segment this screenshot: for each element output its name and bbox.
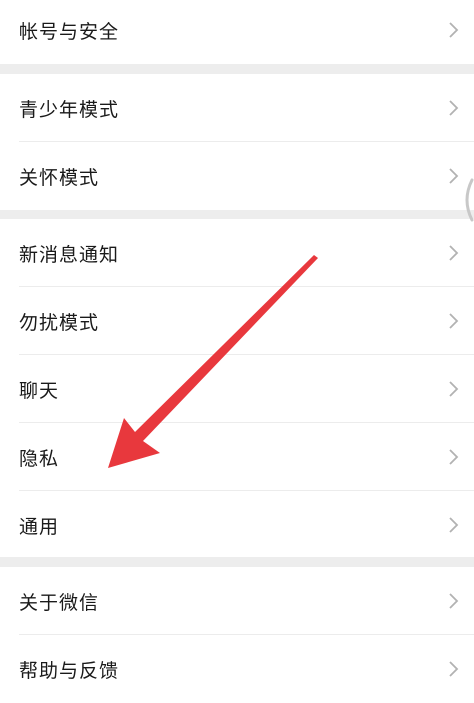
chevron-right-icon	[449, 22, 459, 38]
settings-item-account-security[interactable]: 帐号与安全	[0, 0, 474, 64]
settings-item-label: 聊天	[19, 379, 60, 402]
settings-item-general[interactable]: 通用	[0, 491, 474, 559]
settings-item-label: 隐私	[19, 447, 60, 470]
settings-item-do-not-disturb[interactable]: 勿扰模式	[0, 287, 474, 355]
settings-group-account: 帐号与安全	[0, 0, 474, 64]
settings-item-privacy[interactable]: 隐私	[0, 423, 474, 491]
settings-group-modes: 青少年模式 关怀模式	[0, 74, 474, 210]
settings-group-about: 关于微信 帮助与反馈	[0, 567, 474, 703]
settings-item-about-wechat[interactable]: 关于微信	[0, 567, 474, 635]
chevron-right-icon	[449, 661, 459, 677]
chevron-right-icon	[449, 313, 459, 329]
settings-item-label: 关于微信	[19, 591, 100, 614]
settings-item-label: 新消息通知	[19, 243, 120, 266]
chevron-right-icon	[449, 517, 459, 533]
settings-item-teen-mode[interactable]: 青少年模式	[0, 74, 474, 142]
settings-item-new-message-notifications[interactable]: 新消息通知	[0, 219, 474, 287]
chevron-right-icon	[449, 449, 459, 465]
chevron-right-icon	[449, 100, 459, 116]
settings-item-care-mode[interactable]: 关怀模式	[0, 142, 474, 210]
chevron-right-icon	[449, 245, 459, 261]
settings-item-label: 勿扰模式	[19, 311, 100, 334]
settings-item-label: 青少年模式	[19, 98, 120, 121]
settings-group-general: 新消息通知 勿扰模式 聊天 隐私 通用	[0, 219, 474, 557]
settings-item-label: 关怀模式	[19, 166, 100, 189]
settings-item-label: 帮助与反馈	[19, 659, 120, 682]
chevron-right-icon	[449, 381, 459, 397]
settings-item-label: 帐号与安全	[19, 20, 120, 43]
scrollbar-thumb[interactable]	[456, 178, 474, 222]
settings-item-label: 通用	[19, 515, 60, 538]
chevron-right-icon	[449, 593, 459, 609]
settings-item-chat[interactable]: 聊天	[0, 355, 474, 423]
